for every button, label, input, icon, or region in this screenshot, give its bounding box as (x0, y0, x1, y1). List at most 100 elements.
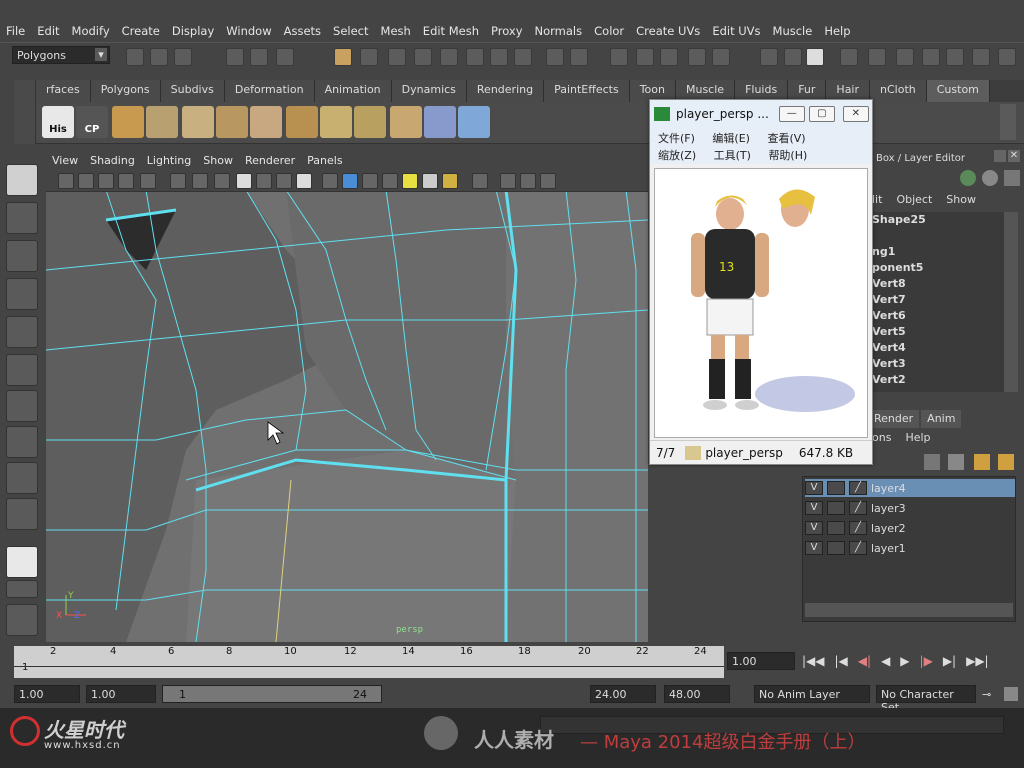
layer-visibility-toggle[interactable]: V (805, 501, 823, 515)
smooth-shelf-icon[interactable] (390, 106, 422, 138)
mode-selector[interactable]: Polygons (12, 46, 110, 64)
image-plane-icon[interactable] (118, 173, 134, 189)
play-backward-button[interactable]: ◀ (881, 654, 890, 668)
character-set-dropdown[interactable]: No Character Set (876, 685, 976, 714)
layer-row[interactable]: V ╱ layer1 (805, 539, 1015, 557)
xray-joints-icon[interactable] (520, 173, 536, 189)
range-bar[interactable]: 1 24 (162, 685, 382, 703)
tab-anim-layers[interactable]: Anim (921, 410, 962, 428)
outliner-icon[interactable] (922, 48, 940, 66)
layer-color-swatch[interactable]: ╱ (849, 521, 867, 535)
scale-tool-icon[interactable] (6, 354, 38, 386)
tab-subdivs[interactable]: Subdivs (160, 80, 225, 102)
input-line-icon[interactable] (760, 48, 778, 66)
minimize-button[interactable]: — (778, 106, 805, 122)
menu-window[interactable]: Window (220, 24, 277, 38)
gate-mask-icon[interactable] (214, 173, 230, 189)
magnet-icon[interactable] (712, 48, 730, 66)
layer-hscrollbar[interactable] (805, 603, 1013, 617)
viewport-menu-lighting[interactable]: Lighting (141, 154, 197, 167)
layer-row[interactable]: V ╱ layer3 (805, 499, 1015, 517)
new-layer-icon[interactable] (924, 454, 940, 470)
menu-normals[interactable]: Normals (529, 24, 589, 38)
viewer-menu-edit[interactable]: 编辑(E) (712, 132, 750, 145)
menu-proxy[interactable]: Proxy (485, 24, 529, 38)
paint-select-icon[interactable] (6, 240, 38, 272)
tab-polygons[interactable]: Polygons (90, 80, 161, 102)
select-tool-icon[interactable] (6, 164, 38, 196)
menu-edit-uvs[interactable]: Edit UVs (706, 24, 766, 38)
tab-surfaces[interactable]: rfaces (36, 80, 91, 102)
menu-modify[interactable]: Modify (66, 24, 116, 38)
tab-render-layers[interactable]: Render (868, 410, 920, 428)
close-button[interactable]: ✕ (842, 106, 869, 122)
select-component-icon[interactable] (276, 48, 294, 66)
maximize-button[interactable]: ▢ (808, 106, 835, 122)
menu-help[interactable]: Help (818, 24, 856, 38)
viewer-menu-view[interactable]: 查看(V) (767, 132, 805, 145)
menu-assets[interactable]: Assets (278, 24, 327, 38)
field-chart-icon[interactable] (236, 173, 252, 189)
go-to-end-button[interactable]: ▶▶| (966, 654, 989, 668)
layer-visibility-toggle[interactable]: V (805, 541, 823, 555)
tab-dynamics[interactable]: Dynamics (391, 80, 467, 102)
open-scene-icon[interactable] (150, 48, 168, 66)
move-manip-icon[interactable] (960, 170, 976, 186)
step-forward-key-button[interactable]: |▶ (920, 654, 933, 668)
channel-scrollbar[interactable] (1004, 212, 1018, 392)
select-hierarchy-icon[interactable] (226, 48, 244, 66)
step-back-button[interactable]: |◀ (835, 654, 848, 668)
command-line[interactable]: 火星时代 www.hxsd.cn 人人素材 — Maya 2014超级白金手册（… (0, 708, 1024, 768)
list-item[interactable]: Vert2 (868, 372, 1004, 388)
list-item[interactable]: Vert8 (868, 276, 1004, 292)
menu-edit[interactable]: Edit (31, 24, 65, 38)
menu-select[interactable]: Select (327, 24, 374, 38)
merge-shelf-icon[interactable] (354, 106, 386, 138)
viewer-menu-help[interactable]: 帮助(H) (768, 149, 807, 162)
list-item[interactable]: ponent5 (868, 260, 1004, 276)
layer-type-toggle[interactable] (827, 481, 845, 495)
viewport-menu-view[interactable]: View (46, 154, 84, 167)
select-object-icon[interactable] (250, 48, 268, 66)
attribute-editor-icon[interactable] (806, 48, 824, 66)
new-layer-selected-icon[interactable] (948, 454, 964, 470)
go-to-start-button[interactable]: |◀◀ (802, 654, 825, 668)
menu-muscle[interactable]: Muscle (767, 24, 819, 38)
tab-animation[interactable]: Animation (314, 80, 392, 102)
key-icon[interactable]: ⊸ (982, 688, 991, 701)
safe-title-icon[interactable] (276, 173, 292, 189)
shelf-menu-handle[interactable] (14, 80, 36, 144)
channel-menu-object[interactable]: Object (896, 193, 932, 206)
cut-faces-shelf-icon[interactable] (286, 106, 318, 138)
modeling-toolkit-icon[interactable] (896, 48, 914, 66)
xray-icon[interactable] (500, 173, 516, 189)
textured-icon[interactable] (382, 173, 398, 189)
menu-color[interactable]: Color (588, 24, 630, 38)
menu-mesh[interactable]: Mesh (375, 24, 417, 38)
tab-rendering[interactable]: Rendering (466, 80, 545, 102)
layer-color-swatch[interactable]: ╱ (849, 541, 867, 555)
viewport-persp[interactable]: persp X Y Z (46, 150, 648, 642)
end-time-field[interactable]: 48.00 (664, 685, 730, 703)
list-item[interactable]: Vert3 (868, 356, 1004, 372)
viewport-menu-panels[interactable]: Panels (301, 154, 348, 167)
tab-painteffects[interactable]: PaintEffects (544, 80, 630, 102)
selection-mask-icon[interactable] (334, 48, 352, 66)
list-item[interactable]: ng1 (868, 244, 1004, 260)
split-shelf-icon[interactable] (250, 106, 282, 138)
extrude-shelf-icon[interactable] (112, 106, 144, 138)
single-pane-layout-icon[interactable] (6, 546, 38, 578)
channel-menu-edit[interactable]: lit (872, 193, 882, 206)
last-tool-icon[interactable] (6, 498, 38, 530)
lock-icon[interactable] (546, 48, 564, 66)
high-quality-icon[interactable] (442, 173, 458, 189)
soft-mod-icon[interactable] (6, 426, 38, 458)
menu-display[interactable]: Display (166, 24, 220, 38)
input-line-mode-icon[interactable] (784, 48, 802, 66)
rotate-tool-icon[interactable] (6, 316, 38, 348)
menu-edit-mesh[interactable]: Edit Mesh (417, 24, 485, 38)
make-live-icon[interactable] (466, 48, 484, 66)
save-scene-icon[interactable] (174, 48, 192, 66)
list-item[interactable]: Vert6 (868, 308, 1004, 324)
list-item[interactable]: Vert7 (868, 292, 1004, 308)
